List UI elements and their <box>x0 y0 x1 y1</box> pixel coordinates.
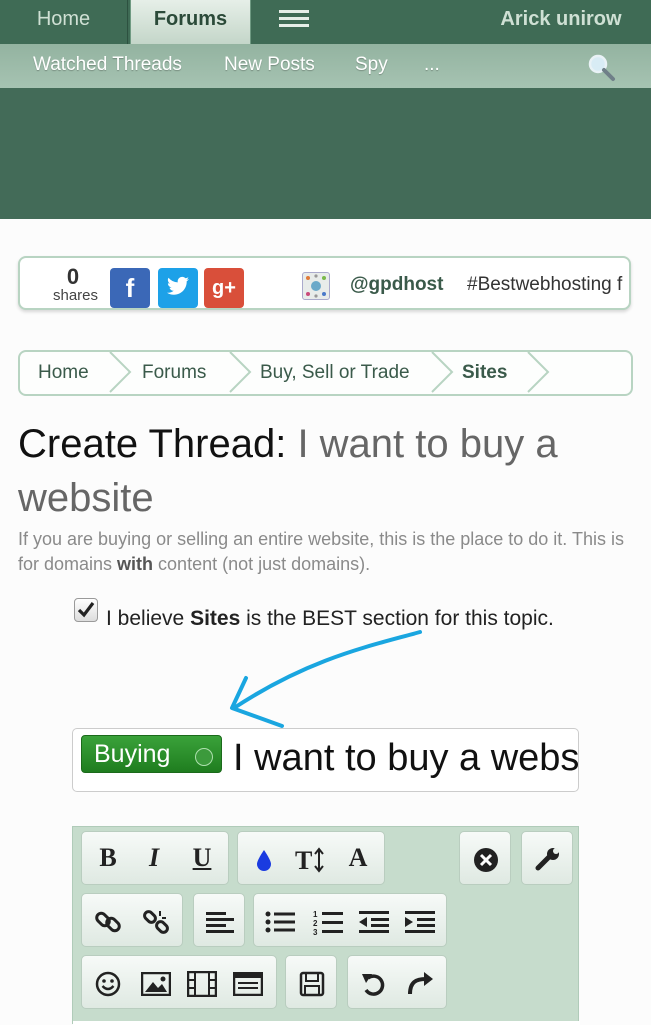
rich-text-editor: B I U T A 123 <box>72 826 580 1025</box>
thread-title-input[interactable]: Buying I want to buy a website <box>72 728 579 792</box>
twitter-icon <box>167 276 189 295</box>
media-icon[interactable] <box>180 956 224 1008</box>
numbered-list-icon[interactable]: 123 <box>306 894 350 946</box>
confirm-section-name: Sites <box>190 607 241 630</box>
facebook-share-button[interactable]: f <box>110 268 150 308</box>
confirm-text: I believe <box>106 607 191 630</box>
thread-prefix-select[interactable]: Buying <box>81 735 222 773</box>
underline-button[interactable]: U <box>180 832 224 884</box>
thread-title-value[interactable]: I want to buy a website <box>233 737 578 780</box>
list-group: 123 <box>253 893 447 947</box>
bold-button[interactable]: B <box>86 832 130 884</box>
more-link[interactable]: ... <box>424 54 440 76</box>
tools-group <box>521 831 573 885</box>
new-posts-link[interactable]: New Posts <box>224 54 315 76</box>
text-style-group: B I U <box>81 831 229 885</box>
save-group <box>285 955 337 1009</box>
share-bar: 0 shares f g+ @gpdhost #Bestwebhosting f <box>18 256 631 310</box>
breadcrumb: Home Forums Buy, Sell or Trade Sites <box>18 350 633 396</box>
spy-link[interactable]: Spy <box>355 54 388 76</box>
top-navigation: Home Forums Arick unirow <box>0 0 651 44</box>
menu-icon[interactable] <box>264 0 324 44</box>
share-hashtag[interactable]: #Bestwebhosting f <box>467 274 622 296</box>
insert-group <box>81 955 277 1009</box>
breadcrumb-buy-sell-trade[interactable]: Buy, Sell or Trade <box>260 362 410 384</box>
annotation-arrow <box>230 630 422 728</box>
confirm-text-end: is the BEST section for this topic. <box>240 607 554 630</box>
watched-threads-link[interactable]: Watched Threads <box>33 54 182 76</box>
redo-icon[interactable] <box>398 956 442 1008</box>
user-account-link[interactable]: Arick unirow <box>471 0 651 44</box>
sub-navigation: Watched Threads New Posts Spy ... <box>0 44 651 88</box>
thread-prefix-label: Buying <box>94 740 171 768</box>
breadcrumb-separator-icon <box>431 351 454 393</box>
page-title-prefix: Create Thread: <box>18 422 287 466</box>
share-count-label: shares <box>53 287 99 304</box>
twitter-share-button[interactable] <box>158 268 198 308</box>
align-left-icon[interactable] <box>198 894 242 946</box>
save-draft-icon[interactable] <box>290 956 334 1008</box>
svg-text:2: 2 <box>313 919 318 928</box>
remove-format-group <box>459 831 511 885</box>
outdent-icon[interactable] <box>352 894 396 946</box>
link-icon[interactable] <box>86 894 130 946</box>
breadcrumb-separator-icon <box>527 351 550 393</box>
facebook-icon: f <box>125 273 135 303</box>
indent-icon[interactable] <box>398 894 442 946</box>
image-icon[interactable] <box>134 956 178 1008</box>
header-banner <box>0 88 651 219</box>
share-count: 0 <box>66 264 80 289</box>
wrench-icon[interactable] <box>526 832 570 884</box>
share-handle[interactable]: @gpdhost <box>350 274 443 296</box>
svg-text:T: T <box>295 846 312 874</box>
gpdhost-logo-icon <box>302 272 330 300</box>
forum-description: If you are buying or selling an entire w… <box>18 527 638 577</box>
undo-icon[interactable] <box>352 956 396 1008</box>
svg-text:1: 1 <box>313 910 318 919</box>
google-plus-icon: g+ <box>212 277 236 299</box>
align-group <box>193 893 245 947</box>
history-group <box>347 955 447 1009</box>
font-family-button[interactable]: A <box>336 832 380 884</box>
checkmark-icon <box>77 602 95 618</box>
description-emphasis: with <box>117 554 154 574</box>
nav-tab-forums[interactable]: Forums <box>130 0 251 44</box>
remove-formatting-icon[interactable] <box>464 832 508 884</box>
svg-text:3: 3 <box>313 928 318 935</box>
italic-button[interactable]: I <box>132 832 176 884</box>
quote-block-icon[interactable] <box>226 956 270 1008</box>
description-text-end: content (not just domains). <box>153 554 371 574</box>
prefix-dropdown-icon <box>195 748 213 766</box>
link-group <box>81 893 183 947</box>
section-confirm-checkbox[interactable] <box>74 598 98 622</box>
font-size-icon[interactable]: T <box>290 832 334 884</box>
font-group: T A <box>237 831 385 885</box>
breadcrumb-sites[interactable]: Sites <box>462 362 507 384</box>
nav-tab-home[interactable]: Home <box>0 0 128 44</box>
bullet-list-icon[interactable] <box>258 894 302 946</box>
page-title: Create Thread: I want to buy a website <box>18 417 638 525</box>
breadcrumb-separator-icon <box>109 351 132 393</box>
breadcrumb-forums[interactable]: Forums <box>142 362 206 384</box>
search-icon[interactable] <box>586 52 616 87</box>
breadcrumb-home[interactable]: Home <box>38 362 89 384</box>
unlink-icon[interactable] <box>134 894 178 946</box>
breadcrumb-separator-icon <box>229 351 252 393</box>
text-color-icon[interactable] <box>242 832 286 884</box>
editor-content-area[interactable] <box>73 1021 580 1025</box>
smiley-icon[interactable] <box>86 956 130 1008</box>
google-plus-share-button[interactable]: g+ <box>204 268 244 308</box>
